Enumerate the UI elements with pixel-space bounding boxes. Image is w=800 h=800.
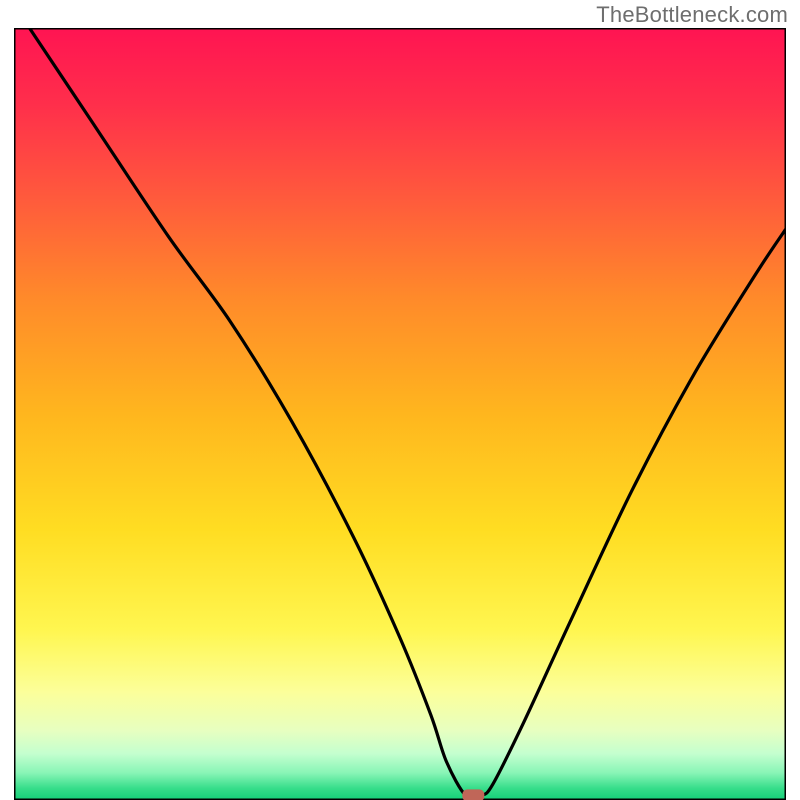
marker-point [462,789,484,800]
bottleneck-chart [14,28,786,800]
chart-container: TheBottleneck.com [0,0,800,800]
watermark-text: TheBottleneck.com [596,2,788,28]
